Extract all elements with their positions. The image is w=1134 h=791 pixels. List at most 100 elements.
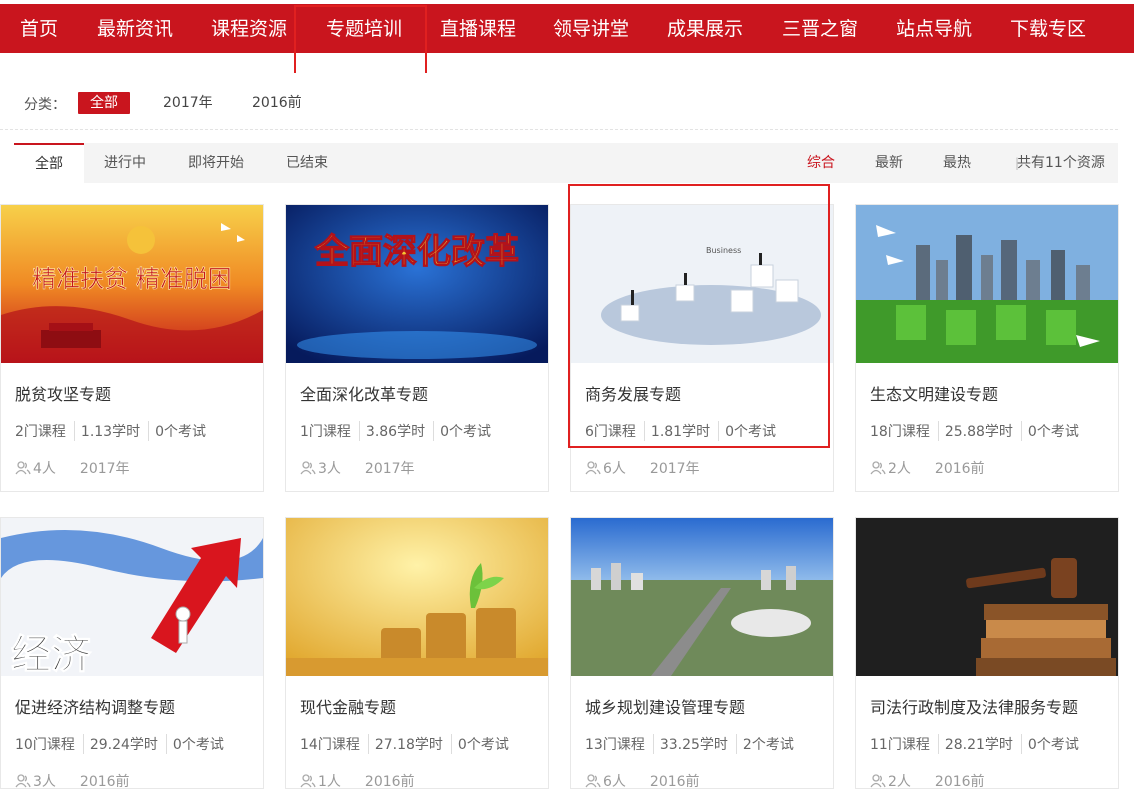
card-footer: 4人 2017年 — [15, 458, 130, 478]
users-icon — [15, 461, 31, 475]
card-footer: 2人 2016前 — [870, 771, 985, 791]
card-footer: 3人 2017年 — [300, 458, 415, 478]
sort-comprehensive[interactable]: 综合 — [807, 143, 835, 183]
nav-item-news[interactable]: 最新资讯 — [97, 4, 173, 53]
card-footer: 6人 2017年 — [585, 458, 700, 478]
study-hours: 1.13学时 — [81, 421, 150, 441]
status-tabs-bar: 全部 进行中 即将开始 已结束 综合 最新 最热 | 共有11个资源 — [14, 143, 1118, 183]
svg-text:全面深化改革: 全面深化改革 — [314, 232, 519, 272]
exam-count: 0个考试 — [155, 424, 207, 440]
card-year: 2016前 — [79, 774, 130, 790]
card-meta: 2门课程 1.13学时 0个考试 — [15, 421, 220, 441]
sort-hottest[interactable]: 最热 — [943, 143, 971, 183]
course-card[interactable]: 城乡规划建设管理专题 13门课程 33.25学时 2个考试 6人 2016前 — [570, 517, 834, 791]
course-card[interactable]: Business 商务发展专题 6门课程 1.81学时 0个考试 6人 2017年 — [570, 204, 834, 492]
card-meta: 1门课程 3.86学时 0个考试 — [300, 421, 505, 441]
users-icon — [585, 774, 601, 788]
card-footer: 1人 2016前 — [300, 771, 415, 791]
card-thumbnail[interactable] — [286, 518, 548, 676]
study-hours: 29.24学时 — [90, 734, 167, 754]
category-filter-bar: 分类： 全部 2017年 2016前 — [0, 73, 1118, 130]
course-card[interactable]: 全面深化改革 全面深化改革专题 1门课程 3.86学时 0个考试 3人 2017年 — [285, 204, 549, 492]
card-meta: 14门课程 27.18学时 0个考试 — [300, 734, 523, 754]
card-thumbnail[interactable]: 经济 — [1, 518, 263, 676]
course-card[interactable]: 生态文明建设专题 18门课程 25.88学时 0个考试 2人 2016前 — [855, 204, 1119, 492]
study-hours: 27.18学时 — [375, 734, 452, 754]
card-thumbnail[interactable] — [856, 518, 1118, 676]
users-icon — [870, 774, 886, 788]
users-icon — [300, 774, 316, 788]
exam-count: 0个考试 — [1027, 424, 1079, 440]
card-thumbnail[interactable] — [571, 518, 833, 676]
card-meta: 13门课程 33.25学时 2个考试 — [585, 734, 808, 754]
poverty-alleviation-image: 精准扶贫 精准脱困 — [1, 205, 263, 363]
top-nav-bar: 首页 最新资讯 课程资源 专题培训 直播课程 领导讲堂 成果展示 三晋之窗 站点… — [0, 4, 1134, 53]
study-hours: 28.21学时 — [945, 734, 1022, 754]
nav-item-live-courses[interactable]: 直播课程 — [440, 4, 516, 53]
svg-text:精准扶贫 精准脱困: 精准扶贫 精准脱困 — [32, 265, 232, 293]
exam-count: 0个考试 — [172, 737, 224, 753]
exam-count: 0个考试 — [725, 424, 777, 440]
nav-item-leader-lecture[interactable]: 领导讲堂 — [553, 4, 629, 53]
nav-item-downloads[interactable]: 下载专区 — [1010, 4, 1086, 53]
sort-newest[interactable]: 最新 — [875, 143, 903, 183]
participant-count: 6人 — [603, 774, 626, 790]
users-icon — [585, 461, 601, 475]
users-icon — [870, 461, 886, 475]
card-thumbnail[interactable] — [856, 205, 1118, 363]
nav-item-home[interactable]: 首页 — [20, 4, 58, 53]
tab-ended[interactable]: 已结束 — [286, 143, 328, 183]
course-card[interactable]: 现代金融专题 14门课程 27.18学时 0个考试 1人 2016前 — [285, 517, 549, 791]
card-meta: 6门课程 1.81学时 0个考试 — [585, 421, 790, 441]
card-title[interactable]: 司法行政制度及法律服务专题 — [870, 694, 1078, 718]
participant-count: 2人 — [888, 774, 911, 790]
exam-count: 0个考试 — [440, 424, 492, 440]
exam-count: 0个考试 — [1027, 737, 1079, 753]
card-year: 2017年 — [79, 461, 130, 477]
filter-label: 分类： — [24, 97, 66, 113]
study-hours: 3.86学时 — [366, 421, 435, 441]
card-title[interactable]: 城乡规划建设管理专题 — [585, 694, 745, 718]
card-footer: 6人 2016前 — [585, 771, 700, 791]
nav-item-course-resources[interactable]: 课程资源 — [211, 4, 287, 53]
participant-count: 1人 — [318, 774, 341, 790]
card-title[interactable]: 生态文明建设专题 — [870, 381, 998, 405]
participant-count: 3人 — [33, 774, 56, 790]
users-icon — [15, 774, 31, 788]
nav-item-achievements[interactable]: 成果展示 — [667, 4, 743, 53]
course-count: 10门课程 — [15, 734, 84, 754]
tab-all[interactable]: 全部 — [14, 143, 84, 183]
nav-item-sanjin-window[interactable]: 三晋之窗 — [782, 4, 858, 53]
ecological-civilization-image — [856, 205, 1118, 363]
tab-in-progress[interactable]: 进行中 — [104, 143, 146, 183]
card-meta: 18门课程 25.88学时 0个考试 — [870, 421, 1093, 441]
card-title[interactable]: 促进经济结构调整专题 — [15, 694, 175, 718]
course-card[interactable]: 精准扶贫 精准脱困 脱贫攻坚专题 2门课程 1.13学时 0个考试 4人 2017年 — [0, 204, 264, 492]
course-card[interactable]: 司法行政制度及法律服务专题 11门课程 28.21学时 0个考试 2人 2016前 — [855, 517, 1119, 791]
nav-item-site-nav[interactable]: 站点导航 — [896, 4, 972, 53]
course-count: 6门课程 — [585, 421, 645, 441]
filter-chip-2017[interactable]: 2017年 — [163, 92, 213, 114]
card-thumbnail[interactable]: 全面深化改革 — [286, 205, 548, 363]
users-icon — [300, 461, 316, 475]
card-title[interactable]: 全面深化改革专题 — [300, 381, 428, 405]
course-card[interactable]: 经济 促进经济结构调整专题 10门课程 29.24学时 0个考试 3人 2016前 — [0, 517, 264, 790]
study-hours: 33.25学时 — [660, 734, 737, 754]
judicial-law-image — [856, 518, 1118, 676]
filter-chip-before-2016[interactable]: 2016前 — [252, 92, 302, 114]
exam-count: 0个考试 — [457, 737, 509, 753]
card-title[interactable]: 脱贫攻坚专题 — [15, 381, 111, 405]
card-title[interactable]: 现代金融专题 — [300, 694, 396, 718]
course-count: 11门课程 — [870, 734, 939, 754]
filter-chip-all[interactable]: 全部 — [78, 92, 130, 114]
card-thumbnail[interactable]: 精准扶贫 精准脱困 — [1, 205, 263, 363]
participant-count: 4人 — [33, 461, 56, 477]
participant-count: 6人 — [603, 461, 626, 477]
card-thumbnail[interactable]: Business — [571, 205, 833, 363]
course-count: 13门课程 — [585, 734, 654, 754]
study-hours: 25.88学时 — [945, 421, 1022, 441]
business-development-image: Business — [571, 205, 833, 363]
participant-count: 2人 — [888, 461, 911, 477]
tab-upcoming[interactable]: 即将开始 — [188, 143, 244, 183]
card-title[interactable]: 商务发展专题 — [585, 381, 681, 405]
